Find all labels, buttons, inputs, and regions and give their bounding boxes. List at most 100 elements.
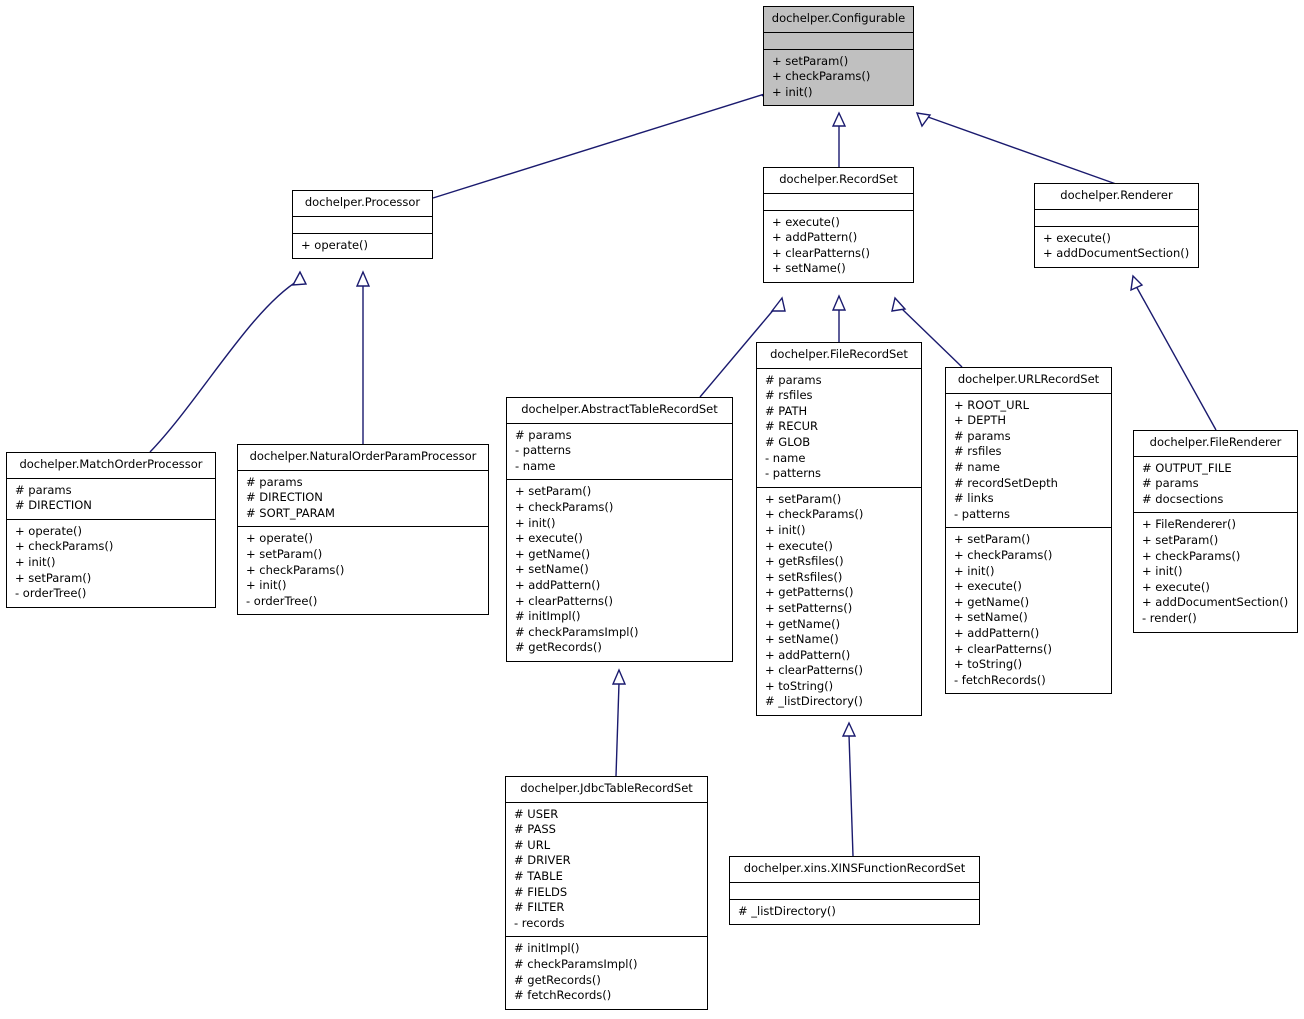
operation-row: + clearPatterns() — [954, 641, 1052, 656]
operation-row: + setParam() — [1142, 532, 1219, 547]
operation-row: + init() — [515, 515, 556, 530]
class-name-recordset: dochelper.RecordSet — [779, 172, 898, 186]
arrowhead-matchorderprocessor-to-processor — [291, 270, 308, 286]
class-box-naturalorderparamprocessor[interactable]: dochelper.NaturalOrderParamProcessor # p… — [237, 444, 489, 616]
class-operations-jdbctablerecordset: # initImpl() # checkParamsImpl() # getRe… — [506, 937, 707, 1008]
class-name-naturalorderparamprocessor: dochelper.NaturalOrderParamProcessor — [249, 449, 477, 463]
operation-row: - render() — [1142, 610, 1197, 625]
operation-row: + init() — [765, 522, 806, 537]
operation-row: + addDocumentSection() — [1043, 246, 1190, 261]
operation-row: + execute() — [772, 214, 840, 229]
class-attributes-urlrecordset: + ROOT_URL + DEPTH # params # rsfiles # … — [946, 394, 1111, 528]
operation-row: + init() — [15, 554, 56, 569]
attribute-row: - patterns — [765, 466, 822, 481]
edge-filerenderer-to-renderer — [1135, 285, 1217, 431]
arrowhead-xinsfunctionrecordset-to-filerecordset — [841, 721, 857, 737]
class-operations-abstracttablerecordset: + setParam() + checkParams() + init() + … — [507, 480, 732, 661]
operation-row: + getName() — [515, 546, 591, 561]
operation-row: # initImpl() — [515, 609, 581, 624]
attribute-row: # links — [954, 491, 994, 506]
uml-class-diagram-canvas: dochelper.Configurable + setParam() + ch… — [0, 0, 1304, 1019]
class-name-jdbctablerecordset: dochelper.JdbcTableRecordSet — [520, 781, 693, 795]
class-operations-matchorderprocessor: + operate() + checkParams() + init() + s… — [7, 520, 215, 607]
operation-row: + setName() — [765, 632, 839, 647]
operation-row: # checkParamsImpl() — [514, 956, 638, 971]
arrowhead-naturalorderparamprocessor-to-processor — [355, 270, 371, 287]
operation-row: + setName() — [515, 562, 589, 577]
class-box-configurable[interactable]: dochelper.Configurable + setParam() + ch… — [763, 6, 914, 107]
arrowhead-filerecordset-to-recordset — [831, 294, 847, 311]
attribute-row: # params — [515, 427, 572, 442]
operation-row: + checkParams() — [1142, 548, 1241, 563]
attribute-row: # RECUR — [765, 419, 818, 434]
class-operations-filerecordset: + setParam() + checkParams() + init() + … — [757, 488, 921, 715]
class-box-recordset[interactable]: dochelper.RecordSet + execute() + addPat… — [763, 167, 914, 283]
class-box-xinsfunctionrecordset[interactable]: dochelper.xins.XINSFunctionRecordSet # _… — [729, 856, 980, 926]
class-attributes-naturalorderparamprocessor: # params # DIRECTION # SORT_PARAM — [238, 471, 488, 527]
class-attributes-configurable — [764, 33, 913, 49]
class-attributes-filerenderer: # OUTPUT_FILE # params # docsections — [1134, 457, 1297, 513]
operation-row: + setName() — [954, 610, 1028, 625]
class-box-abstracttablerecordset[interactable]: dochelper.AbstractTableRecordSet # param… — [506, 397, 733, 662]
operation-row: + toString() — [954, 657, 1023, 672]
attribute-row: # PATH — [765, 403, 808, 418]
class-attributes-matchorderprocessor: # params # DIRECTION — [7, 479, 215, 519]
class-box-urlrecordset[interactable]: dochelper.URLRecordSet + ROOT_URL + DEPT… — [945, 367, 1112, 695]
operation-row: + addPattern() — [515, 577, 601, 592]
attribute-row: # PASS — [514, 822, 556, 837]
class-attributes-renderer — [1035, 210, 1198, 226]
class-attributes-abstracttablerecordset: # params - patterns - name — [507, 424, 732, 480]
operation-row: + checkParams() — [15, 539, 114, 554]
operation-row: + execute() — [954, 579, 1022, 594]
operation-row: + addPattern() — [765, 647, 851, 662]
operation-row: + getPatterns() — [765, 585, 854, 600]
attribute-row: # params — [246, 474, 303, 489]
attribute-row: # DRIVER — [514, 853, 571, 868]
operation-row: - fetchRecords() — [954, 672, 1046, 687]
operation-row: # _listDirectory() — [765, 694, 863, 709]
edge-renderer-to-configurable — [927, 116, 1117, 185]
attribute-row: - patterns — [515, 443, 572, 458]
operation-row: + setParam() — [954, 532, 1031, 547]
operation-row: + init() — [772, 84, 813, 99]
attribute-row: # OUTPUT_FILE — [1142, 460, 1232, 475]
class-attributes-processor — [293, 217, 432, 233]
edge-xinsfunctionrecordset-to-filerecordset — [848, 734, 854, 857]
attribute-row: # params — [15, 482, 72, 497]
class-box-processor[interactable]: dochelper.Processor + operate() — [292, 190, 433, 260]
class-operations-filerenderer: + FileRenderer() + setParam() + checkPar… — [1134, 513, 1297, 631]
operation-row: + execute() — [765, 538, 833, 553]
arrowhead-renderer-to-configurable — [915, 112, 932, 128]
attribute-row: # rsfiles — [954, 444, 1002, 459]
operation-row: + setParam() — [15, 570, 92, 585]
attribute-row: # URL — [514, 837, 551, 852]
attribute-row: # params — [765, 372, 822, 387]
operation-row: + getName() — [954, 594, 1030, 609]
class-box-renderer[interactable]: dochelper.Renderer + execute() + addDocu… — [1034, 183, 1199, 268]
class-name-filerenderer: dochelper.FileRenderer — [1149, 435, 1282, 449]
arrowhead-jdbctablerecordset-to-abstracttablerecordset — [611, 668, 627, 685]
operation-row: + checkParams() — [954, 547, 1053, 562]
operation-row: + clearPatterns() — [515, 593, 613, 608]
class-box-filerecordset[interactable]: dochelper.FileRecordSet # params # rsfil… — [756, 342, 922, 717]
operation-row: # _listDirectory() — [738, 903, 836, 918]
attribute-row: # TABLE — [514, 868, 563, 883]
class-box-filerenderer[interactable]: dochelper.FileRenderer # OUTPUT_FILE # p… — [1133, 430, 1298, 633]
operation-row: + setParam() — [515, 484, 592, 499]
attribute-row: # SORT_PARAM — [246, 505, 335, 520]
attribute-row: - name — [765, 450, 806, 465]
edge-jdbctablerecordset-to-abstracttablerecordset — [615, 682, 620, 777]
class-operations-naturalorderparamprocessor: + operate() + setParam() + checkParams()… — [238, 527, 488, 614]
operation-row: - orderTree() — [246, 593, 318, 608]
operation-row: + setParam() — [246, 546, 323, 561]
operation-row: + setName() — [772, 261, 846, 276]
operation-row: + addDocumentSection() — [1142, 595, 1289, 610]
attribute-row: # USER — [514, 806, 559, 821]
operation-row: + addPattern() — [954, 625, 1040, 640]
operation-row: # getRecords() — [514, 972, 601, 987]
operation-row: + getName() — [765, 616, 841, 631]
class-box-jdbctablerecordset[interactable]: dochelper.JdbcTableRecordSet # USER # PA… — [505, 776, 708, 1010]
class-attributes-jdbctablerecordset: # USER # PASS # URL # DRIVER # TABLE # F… — [506, 803, 707, 937]
class-box-matchorderprocessor[interactable]: dochelper.MatchOrderProcessor # params #… — [6, 452, 216, 608]
operation-row: + checkParams() — [772, 69, 871, 84]
